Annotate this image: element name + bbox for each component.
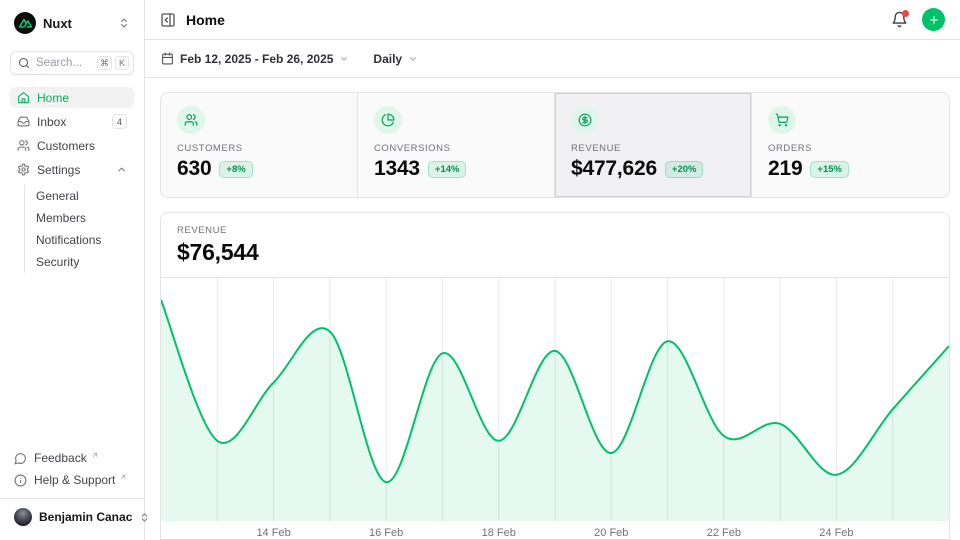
sidebar-item-general[interactable]: General xyxy=(36,185,134,207)
chevron-up-icon xyxy=(116,164,127,175)
revenue-chart-card: REVENUE $76,544 14 Feb 16 Feb 18 Feb 20 Feb… xyxy=(160,212,950,540)
svg-text:22 Feb: 22 Feb xyxy=(707,527,741,539)
nuxt-logo-icon xyxy=(14,12,36,34)
sidebar-collapse-button[interactable] xyxy=(160,12,176,28)
page-header: Home xyxy=(145,0,960,40)
stats-row: CUSTOMERS 630 +8% CONVERSIONS 1343 +14% xyxy=(160,92,950,198)
stat-value: 1343 xyxy=(374,157,420,181)
workspace-name: Nuxt xyxy=(43,16,111,31)
kbd-cmd: ⌘ xyxy=(97,56,112,70)
search-icon xyxy=(18,57,30,69)
chart-metric-label: REVENUE xyxy=(177,225,933,236)
sidebar-spacer xyxy=(10,273,134,448)
chart-plot-area[interactable]: 14 Feb 16 Feb 18 Feb 20 Feb 22 Feb 24 Feb xyxy=(161,278,949,540)
users-icon xyxy=(177,106,205,134)
search-placeholder: Search... xyxy=(36,57,91,69)
help-support-label: Help & Support xyxy=(34,473,115,487)
sidebar-item-home[interactable]: Home xyxy=(10,87,134,108)
chevron-down-icon xyxy=(408,54,418,64)
sidebar-item-security[interactable]: Security xyxy=(36,251,134,273)
avatar xyxy=(14,508,32,526)
sidebar-item-inbox[interactable]: Inbox 4 xyxy=(10,111,134,132)
user-menu[interactable]: Benjamin Canac xyxy=(0,498,144,532)
workspace-switcher[interactable]: Nuxt xyxy=(10,10,134,36)
stat-label: CUSTOMERS xyxy=(177,143,341,154)
stat-delta-badge: +20% xyxy=(665,161,704,178)
stat-label: CONVERSIONS xyxy=(374,143,538,154)
stat-conversions[interactable]: CONVERSIONS 1343 +14% xyxy=(358,93,555,197)
page-content: CUSTOMERS 630 +8% CONVERSIONS 1343 +14% xyxy=(145,78,960,540)
feedback-label: Feedback xyxy=(34,451,87,465)
calendar-icon xyxy=(161,52,174,65)
sidebar-footer-links: Feedback Help & Support xyxy=(10,448,134,498)
sidebar-item-customers[interactable]: Customers xyxy=(10,135,134,156)
svg-text:18 Feb: 18 Feb xyxy=(482,527,516,539)
sidebar-nav: Home Inbox 4 Customers Settings xyxy=(10,87,134,273)
stat-orders[interactable]: ORDERS 219 +15% xyxy=(752,93,949,197)
chevron-down-icon xyxy=(339,54,349,64)
stat-delta-badge: +15% xyxy=(810,161,849,178)
sidebar-item-notifications[interactable]: Notifications xyxy=(36,229,134,251)
users-icon xyxy=(17,139,30,152)
sidebar-item-members[interactable]: Members xyxy=(36,207,134,229)
sidebar-item-label: Settings xyxy=(37,163,109,177)
dollar-circle-icon xyxy=(571,106,599,134)
shopping-cart-icon xyxy=(768,106,796,134)
sidebar-item-label: Home xyxy=(37,91,127,105)
stat-label: ORDERS xyxy=(768,143,933,154)
page-title: Home xyxy=(186,12,225,28)
period-select[interactable]: Daily xyxy=(373,52,418,66)
info-icon xyxy=(14,474,27,487)
period-value: Daily xyxy=(373,52,402,66)
revenue-chart: 14 Feb 16 Feb 18 Feb 20 Feb 22 Feb 24 Feb xyxy=(161,278,949,540)
search-shortcut: ⌘ K xyxy=(97,56,129,70)
date-range-value: Feb 12, 2025 - Feb 26, 2025 xyxy=(180,52,333,66)
external-link-icon xyxy=(91,451,99,459)
stat-value: $477,626 xyxy=(571,157,657,181)
help-support-link[interactable]: Help & Support xyxy=(10,470,134,490)
plus-icon xyxy=(928,14,940,26)
user-name: Benjamin Canac xyxy=(39,510,132,524)
nuxt-logo-glyph xyxy=(19,17,32,30)
external-link-icon xyxy=(119,473,127,481)
sidebar-item-label: Customers xyxy=(37,139,127,153)
stat-customers[interactable]: CUSTOMERS 630 +8% xyxy=(161,93,358,197)
date-range-picker[interactable]: Feb 12, 2025 - Feb 26, 2025 xyxy=(161,52,349,66)
sidebar: Nuxt Search... ⌘ K Home xyxy=(0,0,145,540)
svg-text:16 Feb: 16 Feb xyxy=(369,527,403,539)
svg-text:20 Feb: 20 Feb xyxy=(594,527,628,539)
stat-value: 630 xyxy=(177,157,211,181)
feedback-link[interactable]: Feedback xyxy=(10,448,134,468)
add-button[interactable] xyxy=(922,8,945,31)
chart-header: REVENUE $76,544 xyxy=(161,213,949,278)
stat-value: 219 xyxy=(768,157,802,181)
svg-text:14 Feb: 14 Feb xyxy=(256,527,290,539)
app-window: Nuxt Search... ⌘ K Home xyxy=(0,0,960,540)
gear-icon xyxy=(17,163,30,176)
pie-chart-icon xyxy=(374,106,402,134)
stat-delta-badge: +8% xyxy=(219,161,252,178)
panel-collapse-icon xyxy=(160,12,176,28)
chevrons-up-down-icon xyxy=(118,17,130,29)
notification-dot xyxy=(902,10,909,17)
sidebar-item-label: Inbox xyxy=(37,115,105,129)
inbox-icon xyxy=(17,115,30,128)
main-area: Home Feb 12, 2025 - Feb 26, 2025 xyxy=(145,0,960,540)
message-bubble-icon xyxy=(14,452,27,465)
notifications-button[interactable] xyxy=(891,11,908,28)
filters-toolbar: Feb 12, 2025 - Feb 26, 2025 Daily xyxy=(145,40,960,78)
inbox-count-badge: 4 xyxy=(112,114,127,129)
chart-metric-value: $76,544 xyxy=(177,239,933,266)
home-icon xyxy=(17,91,30,104)
stat-revenue[interactable]: REVENUE $477,626 +20% xyxy=(555,93,752,197)
sidebar-item-settings[interactable]: Settings xyxy=(10,159,134,180)
search-input[interactable]: Search... ⌘ K xyxy=(10,51,134,75)
kbd-k: K xyxy=(115,56,129,70)
stat-delta-badge: +14% xyxy=(428,161,467,178)
settings-submenu: General Members Notifications Security xyxy=(24,185,134,273)
header-actions xyxy=(891,8,945,31)
svg-text:24 Feb: 24 Feb xyxy=(819,527,853,539)
stat-label: REVENUE xyxy=(571,143,735,154)
